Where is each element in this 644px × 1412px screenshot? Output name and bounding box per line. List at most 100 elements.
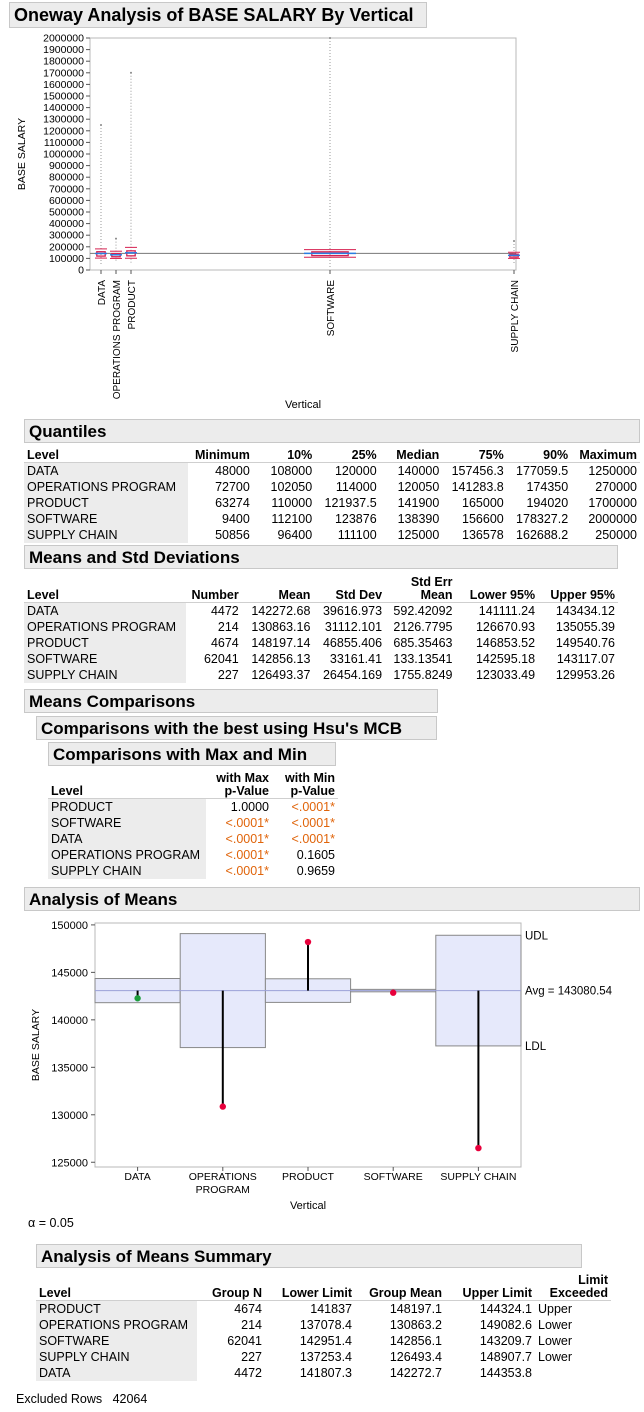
col-header: Number xyxy=(191,587,239,602)
table-cell: 148197.14 xyxy=(251,635,311,650)
table-cell: <.0001* xyxy=(225,831,269,846)
col-with-max: with Max p-Value xyxy=(216,770,269,798)
y-tick-label: 700000 xyxy=(49,183,84,195)
table-cell: 178327.2 xyxy=(516,511,569,526)
table-cell: PRODUCT xyxy=(36,1300,197,1317)
col-header: Group N xyxy=(212,1285,262,1300)
plot-frame xyxy=(89,37,517,271)
col-header: Std Err Mean xyxy=(410,574,453,602)
col-header: Lower Limit xyxy=(281,1285,352,1300)
table-cell: 149540.76 xyxy=(555,635,615,650)
table-cell: 149082.6 xyxy=(479,1317,532,1332)
table-cell: PRODUCT xyxy=(24,634,186,651)
comparisons-table: Level with Max p-Value with Min p-Value PR… xyxy=(48,768,338,879)
table-cell: Lower xyxy=(538,1317,573,1332)
anom-chart: 125000 130000 135000 140000 145000 150000 BASE… xyxy=(30,920,613,1212)
y-tick-label: 0 xyxy=(78,265,84,277)
col-header: Level xyxy=(27,447,59,462)
col-level: Level xyxy=(51,783,83,798)
x-tick-label: SOFTWARE xyxy=(364,1171,423,1183)
y-tick-label: 130000 xyxy=(51,1110,88,1122)
ldl-label: LDL xyxy=(525,1041,547,1053)
table-cell: SOFTWARE xyxy=(24,510,188,527)
table-row: SUPPLY CHAIN <.0001* 0.9659 xyxy=(48,862,338,879)
table-cell: SUPPLY CHAIN xyxy=(48,862,206,879)
table-cell: 136578 xyxy=(462,527,504,542)
table-cell: SUPPLY CHAIN xyxy=(24,666,186,683)
max-min-header[interactable]: Comparisons with Max and Min xyxy=(48,742,336,766)
table-cell: 125000 xyxy=(397,527,440,542)
table-cell: 141283.8 xyxy=(451,479,504,494)
x-axis-label: Vertical xyxy=(290,1200,326,1212)
table-cell: 146853.52 xyxy=(475,635,536,650)
table-cell: Lower xyxy=(538,1349,573,1364)
col-header: Maximum xyxy=(579,447,637,462)
table-cell: 137078.4 xyxy=(299,1317,352,1332)
table-cell: 123876 xyxy=(334,511,377,526)
table-cell: 685.35463 xyxy=(393,635,453,650)
table-cell: 110000 xyxy=(271,495,313,510)
report-title[interactable]: Oneway Analysis of BASE SALARY By Vertic… xyxy=(9,2,427,28)
y-tick-label: 400000 xyxy=(49,218,84,230)
table-cell: 62041 xyxy=(227,1333,262,1348)
col-header: Level xyxy=(27,587,59,602)
col-with-min: with Min p-Value xyxy=(285,770,335,798)
table-cell: 142272.7 xyxy=(389,1365,442,1380)
table-cell: 63274 xyxy=(215,495,250,510)
table-cell: DATA xyxy=(36,1364,197,1381)
table-cell: 1250000 xyxy=(588,463,637,478)
table-cell: 62041 xyxy=(203,651,239,666)
table-cell: SOFTWARE xyxy=(24,650,186,667)
y-tick-label: 125000 xyxy=(51,1157,88,1169)
table-cell: Lower xyxy=(538,1333,573,1348)
table-cell: OPERATIONS PROGRAM xyxy=(24,478,188,495)
table-cell: OPERATIONS PROGRAM xyxy=(36,1316,197,1333)
avg-label: Avg = 143080.54 xyxy=(525,986,613,998)
means-comparisons-header[interactable]: Means Comparisons xyxy=(24,689,438,713)
hsu-mcb-header[interactable]: Comparisons with the best using Hsu's MC… xyxy=(36,716,437,740)
table-row: SUPPLY CHAIN 227 126493.37 26454.169 1755.82… xyxy=(24,666,618,683)
y-tick-label: 1400000 xyxy=(43,102,84,114)
means-header[interactable]: Means and Std Deviations xyxy=(24,545,618,569)
table-row: SUPPLY CHAIN 227 137253.4 126493.4 148907.7 L… xyxy=(36,1348,611,1365)
table-cell: 72700 xyxy=(215,479,250,494)
anom-header[interactable]: Analysis of Means xyxy=(24,887,640,911)
y-tick-label: 1900000 xyxy=(43,44,84,56)
table-cell: OPERATIONS PROGRAM xyxy=(48,846,206,863)
excluded-rows: Excluded Rows 42064 xyxy=(16,1392,148,1406)
table-cell: 120050 xyxy=(397,479,440,494)
table-cell: 39616.973 xyxy=(322,603,383,618)
col-header: Minimum xyxy=(194,447,250,462)
table-cell: 250000 xyxy=(595,527,637,542)
table-cell: 1.0000 xyxy=(230,799,269,814)
col-header: Limit Exceeded xyxy=(549,1272,608,1300)
anom-summary-header[interactable]: Analysis of Means Summary xyxy=(36,1244,582,1268)
table-cell: 2000000 xyxy=(588,511,637,526)
table-cell: 0.1605 xyxy=(296,847,335,862)
table-cell: 143117.07 xyxy=(556,651,615,666)
oneway-plot: 2000000190000018000001700000160000015000… xyxy=(16,33,521,412)
table-cell: OPERATIONS PROGRAM xyxy=(24,618,186,635)
table-cell: Upper xyxy=(538,1301,573,1316)
col-header: Std Dev xyxy=(335,587,383,602)
table-cell: 138390 xyxy=(397,511,440,526)
y-axis-label: BASE SALARY xyxy=(16,118,28,190)
table-row: SUPPLY CHAIN 50856 96400 111100 125000 136578… xyxy=(24,526,640,543)
max-point xyxy=(100,124,102,126)
table-cell: <.0001* xyxy=(291,831,335,846)
table-cell: 9400 xyxy=(222,511,250,526)
table-cell: 144353.8 xyxy=(479,1365,532,1380)
table-cell: 114000 xyxy=(335,479,377,494)
table-cell: 214 xyxy=(241,1317,262,1332)
table-cell: PRODUCT xyxy=(48,798,206,815)
table-cell: 111100 xyxy=(337,527,377,542)
y-tick-label: 1700000 xyxy=(43,67,84,79)
table-cell: SUPPLY CHAIN xyxy=(36,1348,197,1365)
quantiles-header[interactable]: Quantiles xyxy=(24,419,640,443)
table-row: PRODUCT 4674 148197.14 46855.406 685.35463 14… xyxy=(24,634,618,651)
table-cell: <.0001* xyxy=(225,847,269,862)
col-header: Upper 95% xyxy=(550,587,615,602)
table-cell: 141111.24 xyxy=(478,603,536,618)
max-point xyxy=(329,37,331,39)
table-row: SOFTWARE 9400 112100 123876 138390 156600 1783… xyxy=(24,510,640,527)
